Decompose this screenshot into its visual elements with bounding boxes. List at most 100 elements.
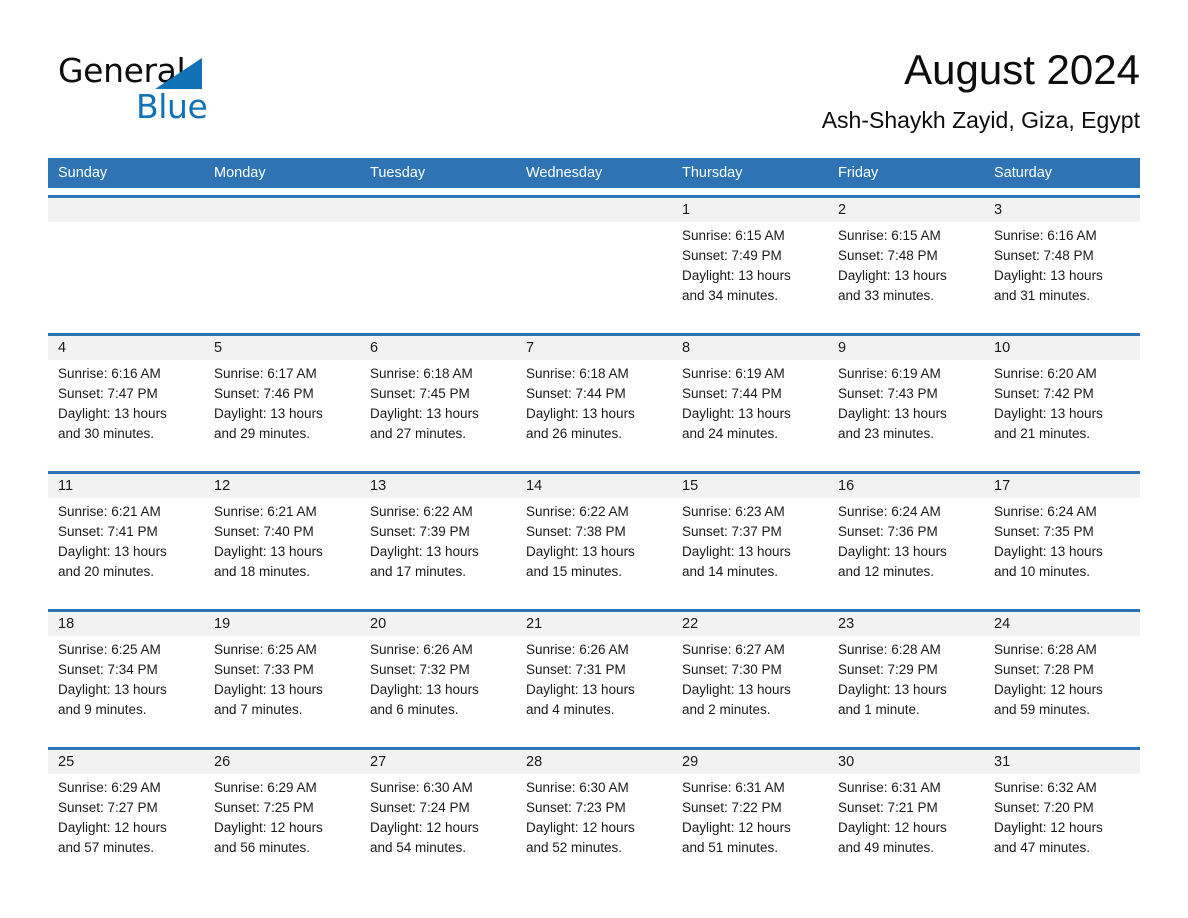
- day-cell[interactable]: Sunrise: 6:20 AM Sunset: 7:42 PM Dayligh…: [984, 360, 1140, 464]
- day-number: 18: [58, 616, 75, 632]
- daylight-text-line2: and 31 minutes.: [994, 288, 1091, 303]
- day-cell[interactable]: [516, 222, 672, 326]
- week-date-band: 11 12 13 14 15 16 17: [48, 474, 1140, 498]
- week-detail-row: Sunrise: 6:25 AM Sunset: 7:34 PM Dayligh…: [48, 636, 1140, 740]
- daylight-text-line2: and 51 minutes.: [682, 840, 779, 855]
- week-detail-row: Sunrise: 6:16 AM Sunset: 7:47 PM Dayligh…: [48, 360, 1140, 464]
- daylight-text-line1: Daylight: 13 hours: [526, 682, 635, 697]
- daylight-text-line1: Daylight: 12 hours: [526, 820, 635, 835]
- day-cell[interactable]: Sunrise: 6:19 AM Sunset: 7:44 PM Dayligh…: [672, 360, 828, 464]
- sunrise-text: Sunrise: 6:30 AM: [526, 780, 629, 795]
- sunrise-text: Sunrise: 6:28 AM: [838, 642, 941, 657]
- day-number: 6: [370, 340, 379, 356]
- day-cell[interactable]: Sunrise: 6:26 AM Sunset: 7:32 PM Dayligh…: [360, 636, 516, 740]
- day-cell[interactable]: Sunrise: 6:17 AM Sunset: 7:46 PM Dayligh…: [204, 360, 360, 464]
- daylight-text-line2: and 9 minutes.: [58, 702, 147, 717]
- sunrise-text: Sunrise: 6:24 AM: [838, 504, 941, 519]
- day-cell[interactable]: Sunrise: 6:21 AM Sunset: 7:40 PM Dayligh…: [204, 498, 360, 602]
- day-cell[interactable]: Sunrise: 6:30 AM Sunset: 7:23 PM Dayligh…: [516, 774, 672, 878]
- day-cell[interactable]: Sunrise: 6:29 AM Sunset: 7:25 PM Dayligh…: [204, 774, 360, 878]
- sunset-text: Sunset: 7:35 PM: [994, 524, 1094, 539]
- day-cell[interactable]: Sunrise: 6:26 AM Sunset: 7:31 PM Dayligh…: [516, 636, 672, 740]
- day-cell[interactable]: Sunrise: 6:28 AM Sunset: 7:28 PM Dayligh…: [984, 636, 1140, 740]
- day-number: 30: [838, 754, 855, 770]
- week-date-band: 18 19 20 21 22 23 24: [48, 612, 1140, 636]
- daylight-text-line2: and 7 minutes.: [214, 702, 303, 717]
- day-cell[interactable]: Sunrise: 6:30 AM Sunset: 7:24 PM Dayligh…: [360, 774, 516, 878]
- day-cell[interactable]: Sunrise: 6:24 AM Sunset: 7:36 PM Dayligh…: [828, 498, 984, 602]
- week-detail-row: Sunrise: 6:21 AM Sunset: 7:41 PM Dayligh…: [48, 498, 1140, 602]
- day-number: 2: [838, 202, 847, 218]
- day-cell[interactable]: Sunrise: 6:18 AM Sunset: 7:45 PM Dayligh…: [360, 360, 516, 464]
- day-cell[interactable]: Sunrise: 6:16 AM Sunset: 7:47 PM Dayligh…: [48, 360, 204, 464]
- generalblue-logo[interactable]: General Blue: [58, 52, 258, 128]
- day-cell[interactable]: Sunrise: 6:18 AM Sunset: 7:44 PM Dayligh…: [516, 360, 672, 464]
- day-cell[interactable]: Sunrise: 6:31 AM Sunset: 7:21 PM Dayligh…: [828, 774, 984, 878]
- sunset-text: Sunset: 7:47 PM: [58, 386, 158, 401]
- day-number: 23: [838, 616, 855, 632]
- sunrise-text: Sunrise: 6:15 AM: [838, 228, 941, 243]
- day-cell[interactable]: Sunrise: 6:32 AM Sunset: 7:20 PM Dayligh…: [984, 774, 1140, 878]
- day-cell[interactable]: Sunrise: 6:29 AM Sunset: 7:27 PM Dayligh…: [48, 774, 204, 878]
- sunrise-text: Sunrise: 6:18 AM: [526, 366, 629, 381]
- day-cell[interactable]: Sunrise: 6:24 AM Sunset: 7:35 PM Dayligh…: [984, 498, 1140, 602]
- weekday-header-thursday: Thursday: [682, 165, 743, 181]
- day-number: 31: [994, 754, 1011, 770]
- sunrise-text: Sunrise: 6:30 AM: [370, 780, 473, 795]
- sunset-text: Sunset: 7:32 PM: [370, 662, 470, 677]
- day-cell[interactable]: Sunrise: 6:27 AM Sunset: 7:30 PM Dayligh…: [672, 636, 828, 740]
- day-cell[interactable]: [204, 222, 360, 326]
- title-block: August 2024 Ash-Shaykh Zayid, Giza, Egyp…: [822, 44, 1140, 134]
- day-number: 1: [682, 202, 691, 218]
- week-date-band: 25 26 27 28 29 30 31: [48, 750, 1140, 774]
- day-cell[interactable]: Sunrise: 6:15 AM Sunset: 7:48 PM Dayligh…: [828, 222, 984, 326]
- week-date-band: 1 2 3: [48, 198, 1140, 222]
- sunrise-text: Sunrise: 6:17 AM: [214, 366, 317, 381]
- sunrise-text: Sunrise: 6:22 AM: [370, 504, 473, 519]
- daylight-text-line1: Daylight: 13 hours: [994, 268, 1103, 283]
- day-number: 25: [58, 754, 75, 770]
- location-subtitle: Ash-Shaykh Zayid, Giza, Egypt: [821, 107, 1140, 133]
- daylight-text-line1: Daylight: 13 hours: [526, 406, 635, 421]
- sunrise-text: Sunrise: 6:16 AM: [58, 366, 161, 381]
- week-row: 18 19 20 21 22 23 24 Sunrise: 6:25 AM Su…: [48, 609, 1140, 740]
- daylight-text-line2: and 26 minutes.: [526, 426, 623, 441]
- sunset-text: Sunset: 7:40 PM: [214, 524, 314, 539]
- daylight-text-line2: and 59 minutes.: [994, 702, 1091, 717]
- week-row: 11 12 13 14 15 16 17 Sunrise: 6:21 AM Su…: [48, 471, 1140, 602]
- daylight-text-line1: Daylight: 13 hours: [682, 268, 791, 283]
- sunset-text: Sunset: 7:31 PM: [526, 662, 626, 677]
- day-cell[interactable]: Sunrise: 6:25 AM Sunset: 7:34 PM Dayligh…: [48, 636, 204, 740]
- day-cell[interactable]: Sunrise: 6:22 AM Sunset: 7:38 PM Dayligh…: [516, 498, 672, 602]
- daylight-text-line2: and 15 minutes.: [526, 564, 623, 579]
- day-cell[interactable]: [48, 222, 204, 326]
- day-number: [516, 198, 672, 222]
- day-cell[interactable]: Sunrise: 6:21 AM Sunset: 7:41 PM Dayligh…: [48, 498, 204, 602]
- day-number: 15: [682, 478, 699, 494]
- sunrise-text: Sunrise: 6:29 AM: [214, 780, 317, 795]
- day-cell[interactable]: Sunrise: 6:23 AM Sunset: 7:37 PM Dayligh…: [672, 498, 828, 602]
- day-number: 8: [682, 340, 691, 356]
- sunset-text: Sunset: 7:30 PM: [682, 662, 782, 677]
- day-cell[interactable]: Sunrise: 6:19 AM Sunset: 7:43 PM Dayligh…: [828, 360, 984, 464]
- daylight-text-line2: and 34 minutes.: [682, 288, 779, 303]
- day-number: 27: [370, 754, 387, 770]
- sunset-text: Sunset: 7:27 PM: [58, 800, 158, 815]
- daylight-text-line2: and 49 minutes.: [838, 840, 935, 855]
- week-row: 25 26 27 28 29 30 31 Sunrise: 6:29 AM Su…: [48, 747, 1140, 878]
- day-cell[interactable]: [360, 222, 516, 326]
- daylight-text-line2: and 54 minutes.: [370, 840, 467, 855]
- daylight-text-line1: Daylight: 13 hours: [370, 406, 479, 421]
- daylight-text-line2: and 30 minutes.: [58, 426, 155, 441]
- daylight-text-line2: and 47 minutes.: [994, 840, 1091, 855]
- day-cell[interactable]: Sunrise: 6:31 AM Sunset: 7:22 PM Dayligh…: [672, 774, 828, 878]
- sunset-text: Sunset: 7:48 PM: [838, 248, 938, 263]
- day-cell[interactable]: Sunrise: 6:16 AM Sunset: 7:48 PM Dayligh…: [984, 222, 1140, 326]
- day-number: 20: [370, 616, 387, 632]
- day-cell[interactable]: Sunrise: 6:15 AM Sunset: 7:49 PM Dayligh…: [672, 222, 828, 326]
- day-cell[interactable]: Sunrise: 6:25 AM Sunset: 7:33 PM Dayligh…: [204, 636, 360, 740]
- day-cell[interactable]: Sunrise: 6:28 AM Sunset: 7:29 PM Dayligh…: [828, 636, 984, 740]
- day-cell[interactable]: Sunrise: 6:22 AM Sunset: 7:39 PM Dayligh…: [360, 498, 516, 602]
- sunset-text: Sunset: 7:49 PM: [682, 248, 782, 263]
- day-number: 13: [370, 478, 387, 494]
